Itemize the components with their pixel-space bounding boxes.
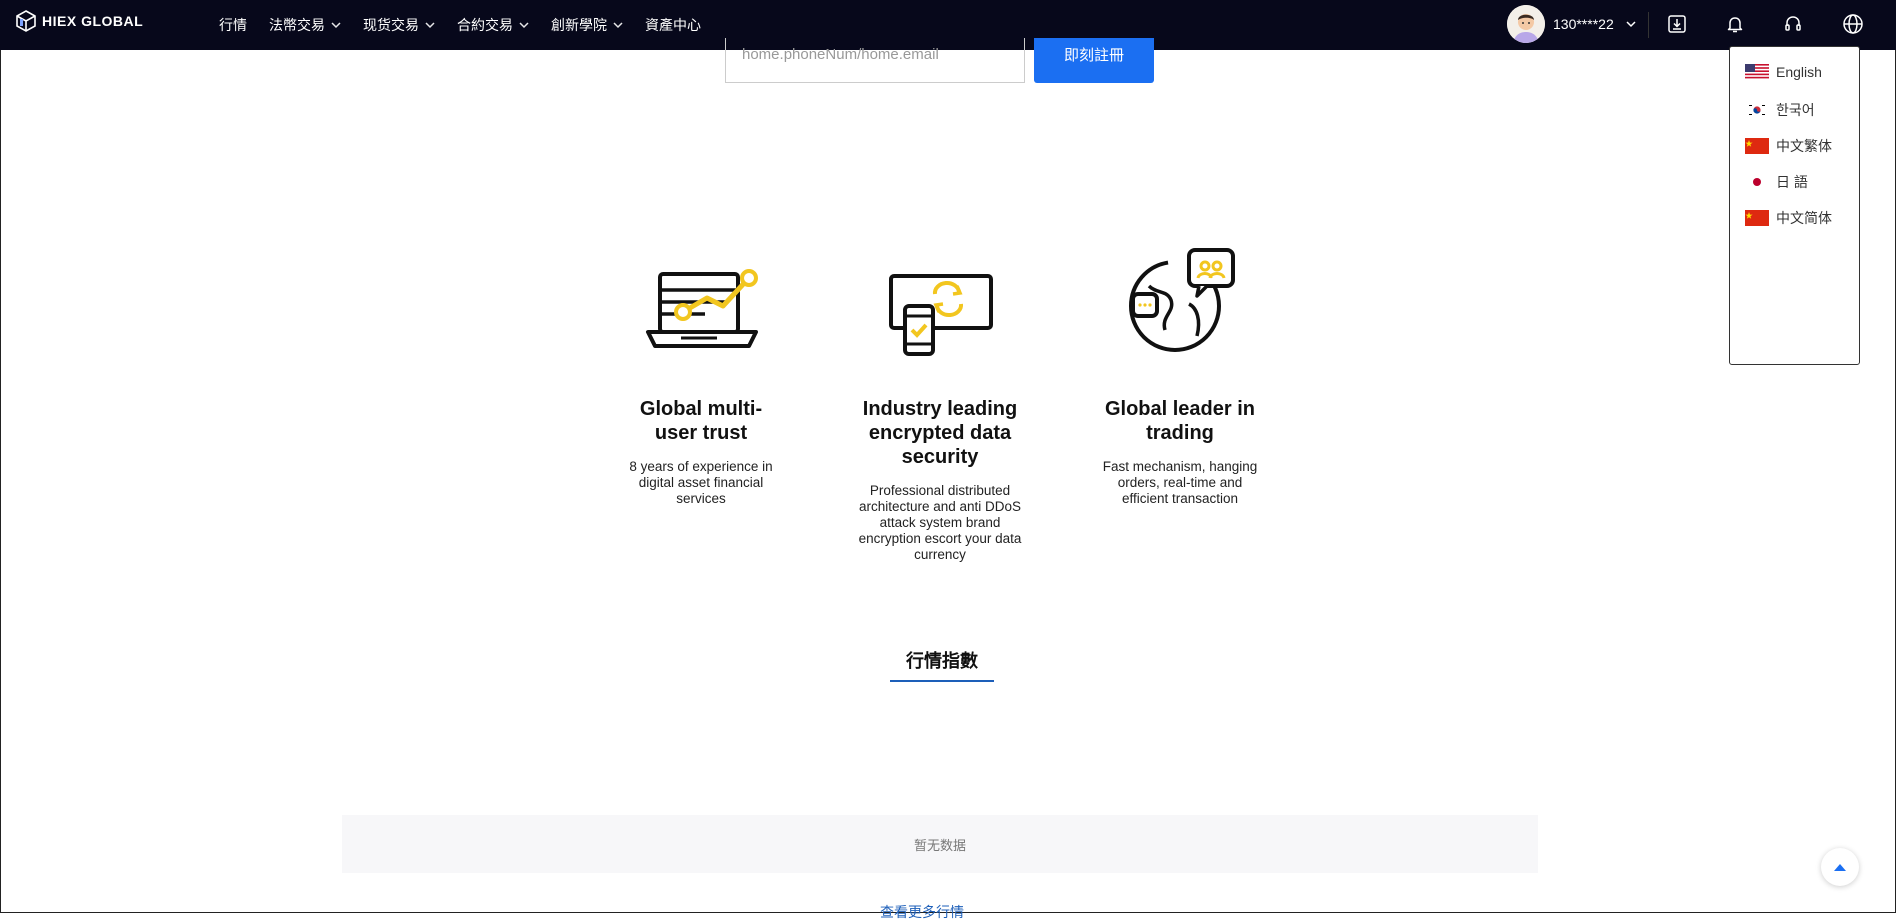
nav-item-label: 行情	[219, 17, 247, 33]
nav-item-fiat-trade[interactable]: 法幣交易	[269, 15, 341, 35]
topbar-divider	[1648, 12, 1649, 38]
lang-option-label: 中文简体	[1776, 210, 1832, 226]
nav-item-label: 法幣交易	[269, 17, 325, 33]
lang-option-label: 中文繁体	[1776, 138, 1832, 154]
cn-flag-icon	[1745, 138, 1769, 154]
user-avatar-icon	[1507, 5, 1545, 43]
feature-card-security: Industry leading encrypted data security…	[854, 397, 1026, 563]
nav-item-contract-trade[interactable]: 合約交易	[457, 15, 529, 35]
lang-option-label: English	[1776, 64, 1822, 80]
chevron-down-icon	[613, 21, 623, 28]
register-input-placeholder: home.phoneNum/home.email	[742, 46, 939, 63]
download-icon	[1668, 15, 1686, 33]
lang-option-simplified-chinese[interactable]: 中文简体	[1745, 208, 1832, 228]
caret-up-icon	[1834, 864, 1846, 871]
feature-description: Professional distributed architecture an…	[858, 483, 1022, 562]
globe-chat-icon	[1129, 248, 1235, 352]
avatar	[1507, 5, 1545, 43]
feature-description: Fast mechanism, hanging orders, real-tim…	[1102, 459, 1258, 506]
user-menu[interactable]: 130****22	[1507, 5, 1636, 43]
logo-text: HIEX GLOBAL	[42, 13, 144, 29]
feature-title: Global multi-user trust	[639, 398, 763, 444]
empty-state-text: 暂无数据	[913, 837, 966, 853]
bell-icon	[1727, 17, 1743, 33]
nav-item-label: 資產中心	[645, 17, 701, 33]
language-dropdown: English 한국어 中文繁体 日 語 中文简体	[1729, 46, 1860, 365]
devices-sync-icon	[889, 274, 993, 356]
chevron-down-icon	[331, 21, 341, 28]
lang-option-japanese[interactable]: 日 語	[1745, 172, 1808, 192]
cube-logo-icon	[16, 10, 36, 32]
lang-option-english[interactable]: English	[1745, 64, 1822, 80]
brand-logo[interactable]: HIEX GLOBAL	[16, 10, 143, 32]
view-more-label: 查看更多行情	[880, 904, 964, 920]
lang-option-traditional-chinese[interactable]: 中文繁体	[1745, 136, 1832, 156]
nav-item-label: 創新學院	[551, 17, 607, 33]
register-button-label: 即刻註冊	[1063, 47, 1124, 64]
language-button[interactable]	[1840, 11, 1866, 37]
view-more-market-link[interactable]: 查看更多行情	[880, 902, 964, 922]
laptop-chart-icon	[646, 269, 758, 348]
nav-item-market[interactable]: 行情	[219, 15, 247, 35]
nav-item-label: 现货交易	[363, 17, 419, 33]
main-nav: 行情 法幣交易 现货交易 合約交易 創新學院 資產中心	[219, 0, 723, 50]
globe-icon	[1843, 14, 1863, 34]
nav-item-asset-center[interactable]: 資產中心	[645, 15, 701, 35]
lang-option-korean[interactable]: 한국어	[1745, 100, 1815, 120]
market-index-underline	[890, 680, 994, 682]
feature-card-trust: Global multi-user trust 8 years of exper…	[622, 397, 780, 507]
chevron-down-icon	[1626, 20, 1636, 27]
market-empty-state: 暂无数据	[342, 815, 1538, 873]
register-contact-input[interactable]: home.phoneNum/home.email	[725, 38, 1025, 83]
lang-option-label: 日 語	[1776, 174, 1808, 190]
market-index-title[interactable]: 行情指數	[890, 647, 994, 673]
notifications-button[interactable]	[1722, 11, 1748, 37]
download-button[interactable]	[1664, 11, 1690, 37]
cn-flag-icon	[1745, 210, 1769, 226]
chevron-down-icon	[425, 21, 435, 28]
kr-flag-icon	[1745, 102, 1769, 118]
chevron-down-icon	[519, 21, 529, 28]
back-to-top-button[interactable]	[1821, 848, 1859, 886]
nav-item-academy[interactable]: 創新學院	[551, 15, 623, 35]
nav-item-label: 合約交易	[457, 17, 513, 33]
jp-flag-icon	[1745, 174, 1769, 190]
headset-icon	[1785, 16, 1801, 31]
feature-title: Global leader in trading	[1104, 398, 1256, 444]
nav-item-spot-trade[interactable]: 现货交易	[363, 15, 435, 35]
support-button[interactable]	[1780, 11, 1806, 37]
feature-description: 8 years of experience in digital asset f…	[629, 459, 773, 506]
lang-option-label: 한국어	[1776, 102, 1815, 118]
register-now-button[interactable]: 即刻註冊	[1034, 38, 1154, 83]
user-id: 130****22	[1553, 16, 1614, 32]
feature-title: Industry leading encrypted data security	[862, 398, 1018, 468]
feature-card-leader: Global leader in trading Fast mechanism,…	[1095, 397, 1265, 507]
us-flag-icon	[1745, 64, 1769, 80]
